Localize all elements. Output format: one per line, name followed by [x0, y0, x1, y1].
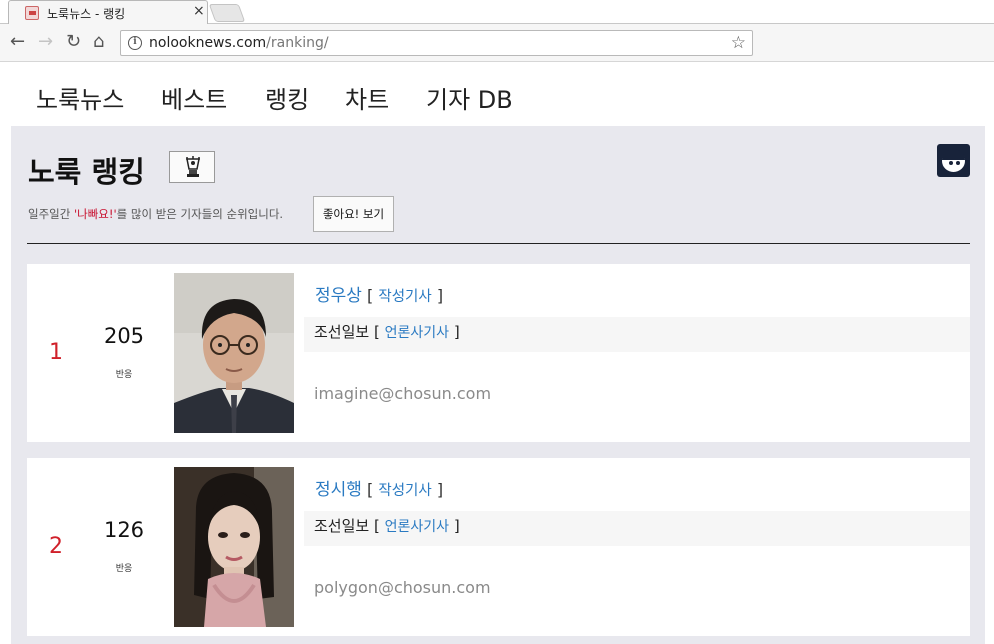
nav-item-ranking[interactable]: 랭킹 — [265, 80, 309, 115]
nav-item-chart[interactable]: 차트 — [345, 80, 389, 115]
page-subtitle: 일주일간 '나빠요!'를 많이 받은 기자들의 순위입니다. — [28, 206, 283, 222]
reporter-email[interactable]: polygon@chosun.com — [314, 578, 491, 597]
ranking-panel: 노룩 랭킹 일주일간 '나빠요!'를 많이 받은 기자들의 순위입니다. 좋아요… — [11, 126, 985, 644]
bracket-open: [ — [367, 480, 374, 499]
nav-item-reporter-db[interactable]: 기자 DB — [426, 80, 513, 115]
close-tab-icon[interactable]: × — [193, 3, 205, 19]
rank-number: 2 — [49, 534, 63, 559]
bracket-open: [ — [367, 286, 374, 305]
mascot-hair — [942, 149, 965, 160]
bracket-close: ] — [453, 323, 460, 341]
press-band: 조선일보 [ 언론사기사 ] — [304, 511, 970, 546]
reporter-name-row: 정우상 [ 작성기사 ] — [315, 281, 443, 306]
trophy-button[interactable] — [169, 151, 215, 183]
subtitle-post: 를 많이 받은 기자들의 순위입니다. — [116, 207, 284, 221]
reaction-label: 반응 — [115, 370, 133, 380]
reporter-name[interactable]: 정시행 — [315, 480, 362, 500]
articles-link[interactable]: 작성기사 — [378, 289, 431, 305]
address-bar[interactable]: i nolooknews.com/ranking/ ☆ — [120, 30, 753, 56]
ranking-card: 1 205 반응 정우상 [ 작성기사] 조선일보 [언론사기사] ima… — [27, 264, 970, 442]
url-path: /ranking/ — [266, 35, 329, 51]
press-name: 조선일보 — [314, 517, 370, 535]
reporter-name-row: 정시행 [ 작성기사 ] — [315, 475, 443, 500]
bracket-close: ] — [436, 480, 444, 499]
new-tab-button[interactable] — [208, 4, 246, 22]
page-title: 노룩 랭킹 — [28, 155, 145, 189]
reporter-name[interactable]: 정우상 — [315, 286, 362, 306]
reaction-count: 126 — [103, 518, 145, 542]
articles-link[interactable]: 작성기사 — [378, 483, 431, 499]
press-row: 조선일보 [ 언론사기사 ] — [314, 515, 460, 536]
browser-tab[interactable]: 노룩뉴스 - 랭킹 × — [8, 0, 208, 25]
rank-number: 1 — [49, 340, 63, 365]
url-text: nolooknews.com/ranking/ — [149, 35, 329, 51]
back-arrow-icon[interactable]: ← — [10, 32, 25, 52]
mascot-face-icon[interactable] — [937, 144, 970, 177]
divider — [27, 243, 970, 244]
site-info-icon[interactable]: i — [128, 36, 142, 50]
site-nav: 노룩뉴스 베스트 랭킹 차트 기자 DB — [0, 62, 994, 126]
bracket-close: ] — [436, 286, 444, 305]
mascot-eye — [956, 161, 960, 165]
press-name: 조선일보 — [314, 323, 370, 341]
press-band: 조선일보 [ 언론사기사 ] — [304, 317, 970, 352]
bracket-open: [ — [373, 517, 380, 535]
forward-arrow-icon[interactable]: → — [38, 32, 53, 52]
mascot-eye — [949, 161, 953, 165]
browser-toolbar: ← → ↻ ⌂ i nolooknews.com/ranking/ ☆ — [0, 24, 994, 62]
bracket-open: [ — [373, 323, 380, 341]
ranking-card: 2 126 반응 정시행 [ 작성기사 ] 조선일보 [언론사기사] pol… — [27, 458, 970, 636]
reaction-count: 205 — [103, 324, 145, 348]
home-icon[interactable]: ⌂ — [93, 32, 104, 52]
browser-tab-bar: 노룩뉴스 - 랭킹 × — [0, 0, 994, 25]
reporter-photo[interactable] — [174, 467, 294, 627]
reporter-email[interactable]: imagine@chosun.com — [314, 384, 491, 403]
press-row: 조선일보 [ 언론사기사 ] — [314, 321, 460, 342]
nav-item-best[interactable]: 베스트 — [161, 80, 227, 115]
trophy-icon — [186, 156, 200, 177]
press-articles-link[interactable]: 언론사기사 — [385, 519, 449, 535]
nav-item-home[interactable]: 노룩뉴스 — [36, 80, 124, 115]
reporter-photo[interactable] — [174, 273, 294, 433]
reload-icon[interactable]: ↻ — [66, 32, 81, 52]
url-domain: nolooknews.com — [149, 35, 267, 51]
press-articles-link[interactable]: 언론사기사 — [385, 325, 449, 341]
bracket-close: ] — [453, 517, 460, 535]
subtitle-highlight: '나빠요!' — [73, 207, 117, 221]
view-likes-button[interactable]: 좋아요! 보기 — [313, 196, 394, 232]
subtitle-pre: 일주일간 — [28, 207, 74, 221]
reaction-label: 반응 — [115, 564, 133, 574]
tab-title: 노룩뉴스 - 랭킹 — [47, 7, 126, 21]
bookmark-star-icon[interactable]: ☆ — [731, 33, 746, 53]
favicon-icon — [25, 6, 39, 20]
